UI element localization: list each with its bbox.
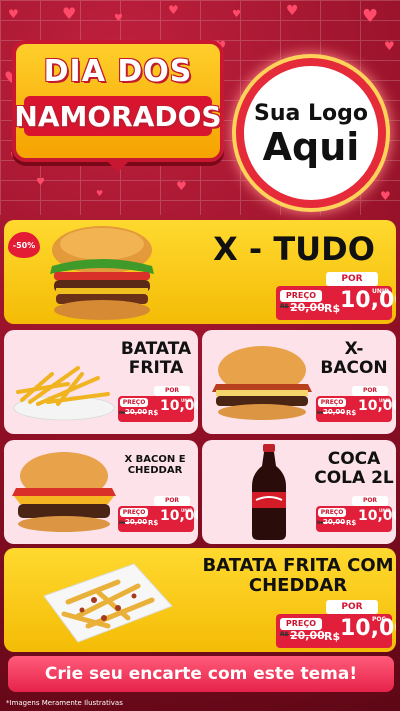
product-name: X BACON E CHEDDAR xyxy=(124,454,186,476)
heart-icon: ♥ xyxy=(62,4,77,23)
old-price: 20,00 xyxy=(323,518,346,526)
product-card-x-bacon-cheddar: X BACON E CHEDDAR POR PREÇO R$ 20,00 R$ … xyxy=(4,440,198,544)
currency: R$ xyxy=(324,302,341,315)
preco-label: PREÇO xyxy=(318,398,346,407)
product-name: COCA COLA 2L xyxy=(314,449,394,488)
preco-label: PREÇO xyxy=(120,398,148,407)
preco-label: PREÇO xyxy=(318,508,346,517)
currency: R$ xyxy=(346,409,357,417)
title-line-2: NAMORADOS xyxy=(14,100,222,133)
product-name: BATATA FRITA COM CHEDDAR xyxy=(202,555,394,596)
disclaimer: *Imagens Meramente Ilustrativas xyxy=(6,699,123,707)
heart-icon: ♥ xyxy=(36,177,45,188)
unit-label: UNID xyxy=(181,398,193,403)
old-price-currency: R$ xyxy=(280,631,289,638)
burger-image xyxy=(50,226,154,320)
old-price: 20,00 xyxy=(290,301,325,314)
por-label: POR xyxy=(154,496,190,506)
por-label: POR xyxy=(352,496,388,506)
heart-icon: ♥ xyxy=(114,13,123,24)
title-banner-tip xyxy=(104,158,132,172)
heart-icon: ♥ xyxy=(96,189,104,198)
preco-label: PREÇO xyxy=(120,508,148,517)
product-card-batata-cheddar: BATATA FRITA COM CHEDDAR POR PREÇO R$ 20… xyxy=(4,548,396,652)
product-name: X-BACON xyxy=(320,339,388,378)
por-label: POR xyxy=(352,386,388,396)
discount-badge: -50% xyxy=(8,232,40,258)
old-price: 20,00 xyxy=(125,518,148,526)
old-price: 20,00 xyxy=(125,408,148,416)
fries-cheddar-image xyxy=(43,563,173,643)
soda-bottle-image xyxy=(252,444,286,540)
heart-icon: ♥ xyxy=(168,3,179,17)
logo-line-1: Sua Logo xyxy=(253,100,368,126)
old-price-currency: R$ xyxy=(280,303,289,310)
old-price: 20,00 xyxy=(290,629,325,642)
logo-line-2: Aqui xyxy=(262,124,360,169)
price: 10,00 xyxy=(340,616,396,641)
currency: R$ xyxy=(324,630,341,643)
burger-image xyxy=(212,346,312,420)
heart-icon: ♥ xyxy=(8,7,19,21)
old-price: 20,00 xyxy=(323,408,346,416)
product-card-batata-frita: BATATA FRITA POR PREÇO R$ 20,00 R$ 10,00… xyxy=(4,330,198,434)
heart-icon: ♥ xyxy=(380,189,391,203)
burger-image xyxy=(12,452,116,532)
product-name: X - TUDO xyxy=(213,230,375,268)
old-price-currency: R$ xyxy=(119,410,125,415)
por-label: POR xyxy=(326,600,378,614)
por-label: POR xyxy=(154,386,190,396)
unit-label: POÇ xyxy=(372,616,386,623)
por-label: POR xyxy=(326,272,378,286)
heart-icon: ♥ xyxy=(384,39,395,53)
currency: R$ xyxy=(346,519,357,527)
currency: R$ xyxy=(148,519,159,527)
currency: R$ xyxy=(148,409,159,417)
product-card-coca-cola: COCA COLA 2L POR PREÇO R$ 20,00 R$ 10,00… xyxy=(202,440,396,544)
fries-image xyxy=(13,366,115,421)
unit-label: UNID xyxy=(181,508,193,513)
heart-icon: ♥ xyxy=(286,3,299,19)
product-card-x-bacon: X-BACON POR PREÇO R$ 20,00 R$ 10,00 UNID xyxy=(202,330,396,434)
cta-button[interactable]: Crie seu encarte com este tema! xyxy=(8,656,394,692)
title-line-1: DIA DOS xyxy=(43,54,193,89)
unit-label: UNID xyxy=(372,288,390,295)
heart-icon: ♥ xyxy=(232,9,241,20)
product-name: BATATA FRITA xyxy=(120,339,192,378)
product-card-x-tudo: X - TUDO POR PREÇO R$ 20,00 R$ 10,00 UNI… xyxy=(4,220,396,324)
heart-icon: ♥ xyxy=(362,6,379,27)
old-price-currency: R$ xyxy=(317,410,323,415)
unit-label: UNID xyxy=(379,398,391,403)
logo-placeholder: Sua Logo Aqui xyxy=(236,58,386,208)
old-price-currency: R$ xyxy=(317,520,323,525)
heart-icon: ♥ xyxy=(176,179,187,193)
title-banner: DIA DOS NAMORADOS xyxy=(12,40,224,172)
unit-label: UNID xyxy=(379,508,391,513)
old-price-currency: R$ xyxy=(119,520,125,525)
